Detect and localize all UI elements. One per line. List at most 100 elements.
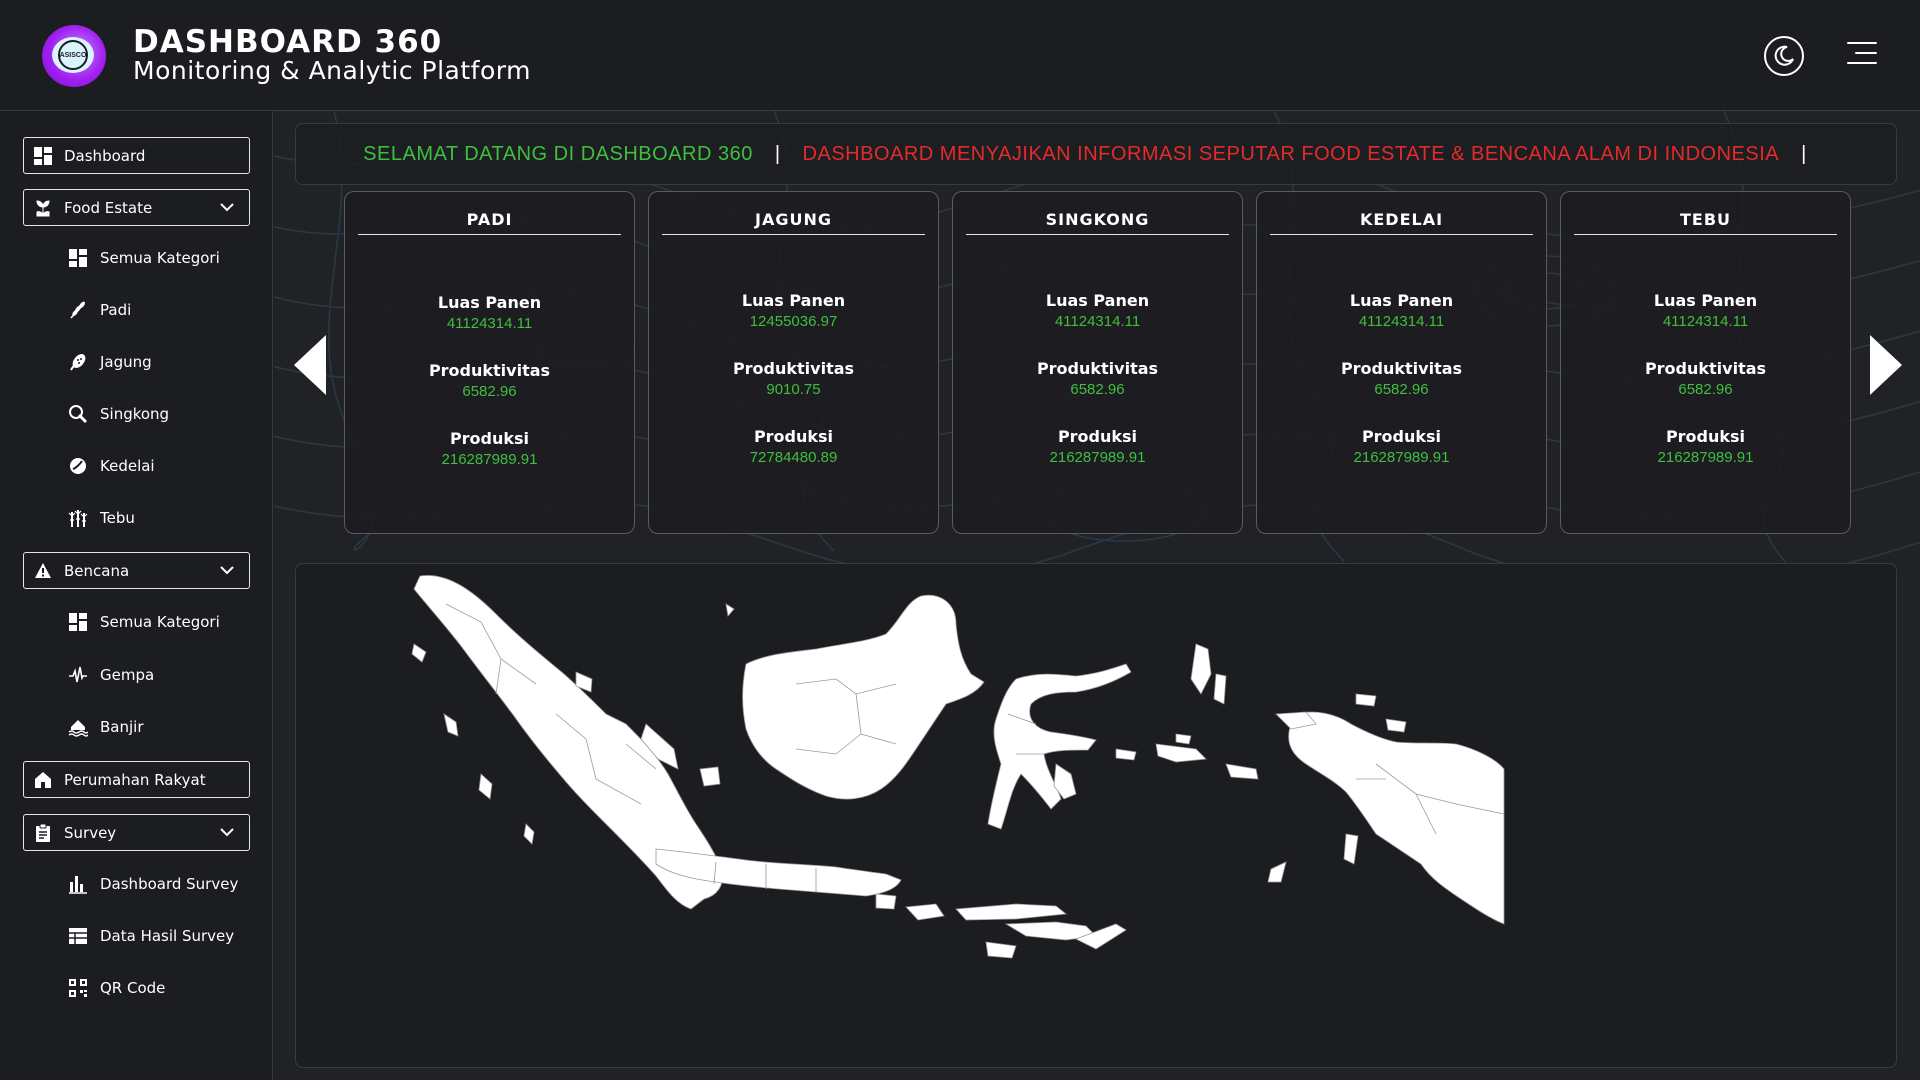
sidebar-item-label: Dashboard — [64, 146, 146, 165]
map-island — [1343, 833, 1359, 865]
map-island — [1385, 718, 1407, 733]
metric-produktivitas: Produktivitas 9010.75 — [649, 359, 938, 398]
metric-luas-panen: Luas Panen 41124314.11 — [1257, 291, 1546, 330]
indonesia-map[interactable] — [296, 564, 1898, 1069]
crop-card-tebu[interactable]: TEBU Luas Panen 41124314.11 Produktivita… — [1560, 191, 1851, 534]
metric-produksi: Produksi 216287989.91 — [1561, 427, 1850, 466]
map-island — [478, 773, 493, 800]
map-island — [955, 903, 1068, 921]
card-title: SINGKONG — [966, 210, 1229, 235]
rice-icon — [68, 300, 88, 320]
sidebar-item-label: Jagung — [100, 353, 152, 371]
metric-value: 41124314.11 — [1054, 313, 1141, 330]
chevron-down-icon — [220, 203, 234, 212]
crop-card-jagung[interactable]: JAGUNG Luas Panen 12455036.97 Produktivi… — [648, 191, 939, 534]
metric-value: 9010.75 — [766, 381, 821, 398]
map-island — [523, 823, 535, 845]
sidebar-item-label: Semua Kategori — [100, 613, 220, 631]
metric-produktivitas: Produktivitas 6582.96 — [1257, 359, 1546, 398]
carousel-next-button[interactable] — [1866, 333, 1906, 397]
sidebar-item-label: Singkong — [100, 405, 170, 423]
map-region-papua — [1288, 711, 1505, 925]
seismic-wave-icon — [68, 665, 88, 685]
metric-value: 41124314.11 — [1358, 313, 1445, 330]
cassava-icon — [68, 404, 88, 424]
sidebar-item-dashboard-survey[interactable]: Dashboard Survey — [68, 871, 238, 897]
metric-value: 6582.96 — [1678, 381, 1733, 398]
sidebar-item-label: Survey — [64, 823, 117, 842]
crop-card-kedelai[interactable]: KEDELAI Luas Panen 41124314.11 Produktiv… — [1256, 191, 1547, 534]
metric-value: 216287989.91 — [441, 451, 538, 468]
map-island — [1267, 861, 1287, 883]
crop-card-padi[interactable]: PADI Luas Panen 41124314.11 Produktivita… — [344, 191, 635, 534]
clipboard-icon — [34, 823, 52, 842]
map-island — [443, 713, 459, 737]
card-title: JAGUNG — [662, 210, 925, 235]
metric-value: 12455036.97 — [749, 313, 838, 330]
home-icon — [34, 771, 52, 789]
chevron-down-icon — [220, 828, 234, 837]
map-island — [1155, 743, 1207, 763]
menu-button[interactable] — [1845, 38, 1877, 70]
card-title: KEDELAI — [1270, 210, 1533, 235]
warning-icon — [34, 562, 52, 580]
moon-icon — [1774, 45, 1794, 66]
sidebar-item-semua-kategori-bencana[interactable]: Semua Kategori — [68, 609, 220, 635]
sidebar-item-jagung[interactable]: Jagung — [68, 349, 152, 375]
sidebar-group-food-estate[interactable]: Food Estate — [23, 189, 250, 226]
map-island — [1190, 643, 1212, 695]
metric-value: 216287989.91 — [1353, 449, 1450, 466]
sidebar-item-label: Semua Kategori — [100, 249, 220, 267]
card-title: PADI — [358, 210, 621, 235]
metric-value: 41124314.11 — [1662, 313, 1749, 330]
sidebar-group-survey[interactable]: Survey — [23, 814, 250, 851]
metric-luas-panen: Luas Panen 12455036.97 — [649, 291, 938, 330]
sidebar-item-tebu[interactable]: Tebu — [68, 505, 135, 531]
asisco-logo: ASISCO — [42, 25, 106, 87]
sidebar-item-label: Banjir — [100, 718, 144, 736]
chevron-right-icon — [1870, 335, 1902, 395]
sidebar-item-gempa[interactable]: Gempa — [68, 662, 154, 688]
sidebar-item-perumahan-rakyat[interactable]: Perumahan Rakyat — [23, 761, 250, 798]
ticker-separator: | — [1801, 142, 1807, 165]
sidebar-item-banjir[interactable]: Banjir — [68, 714, 144, 740]
table-icon — [68, 926, 88, 946]
theme-toggle-button[interactable] — [1764, 36, 1804, 76]
soybean-icon — [68, 456, 88, 476]
metric-value: 216287989.91 — [1657, 449, 1754, 466]
sidebar-item-label: Tebu — [100, 509, 135, 527]
sugarcane-icon — [68, 508, 88, 528]
sidebar-item-semua-kategori-food[interactable]: Semua Kategori — [68, 245, 220, 271]
sidebar-item-dashboard[interactable]: Dashboard — [23, 137, 250, 174]
indonesia-map-panel — [295, 563, 1897, 1068]
metric-value: 6582.96 — [1070, 381, 1125, 398]
sidebar-item-singkong[interactable]: Singkong — [68, 401, 169, 427]
sidebar-item-padi[interactable]: Padi — [68, 297, 131, 323]
map-island — [725, 603, 735, 617]
map-island — [1213, 673, 1227, 705]
metric-luas-panen: Luas Panen 41124314.11 — [1561, 291, 1850, 330]
crop-card-singkong[interactable]: SINGKONG Luas Panen 41124314.11 Produkti… — [952, 191, 1243, 534]
sidebar-item-label: Gempa — [100, 666, 155, 684]
metric-luas-panen: Luas Panen 41124314.11 — [345, 293, 634, 332]
sidebar-item-label: Perumahan Rakyat — [64, 770, 206, 789]
metric-produktivitas: Produktivitas 6582.96 — [345, 361, 634, 400]
grid-icon — [68, 248, 88, 268]
flood-icon — [68, 717, 88, 737]
sidebar-item-kedelai[interactable]: Kedelai — [68, 453, 155, 479]
metric-value: 72784480.89 — [749, 449, 838, 466]
map-island — [699, 766, 721, 787]
sidebar-item-data-hasil-survey[interactable]: Data Hasil Survey — [68, 923, 234, 949]
metric-value: 216287989.91 — [1049, 449, 1146, 466]
sidebar-item-qr-code[interactable]: QR Code — [68, 975, 165, 1001]
plant-icon — [34, 199, 52, 217]
carousel-prev-button[interactable] — [290, 333, 330, 397]
map-island — [875, 893, 897, 910]
main-content: SELAMAT DATANG DI DASHBOARD 360 | DASHBO… — [274, 111, 1920, 1080]
ticker-separator: | — [774, 142, 781, 165]
ticker-bar: SELAMAT DATANG DI DASHBOARD 360 | DASHBO… — [295, 123, 1897, 185]
bar-chart-icon — [68, 874, 88, 894]
sidebar-group-bencana[interactable]: Bencana — [23, 552, 250, 589]
app-title: DASHBOARD 360 — [133, 24, 443, 60]
metric-produktivitas: Produktivitas 6582.96 — [1561, 359, 1850, 398]
